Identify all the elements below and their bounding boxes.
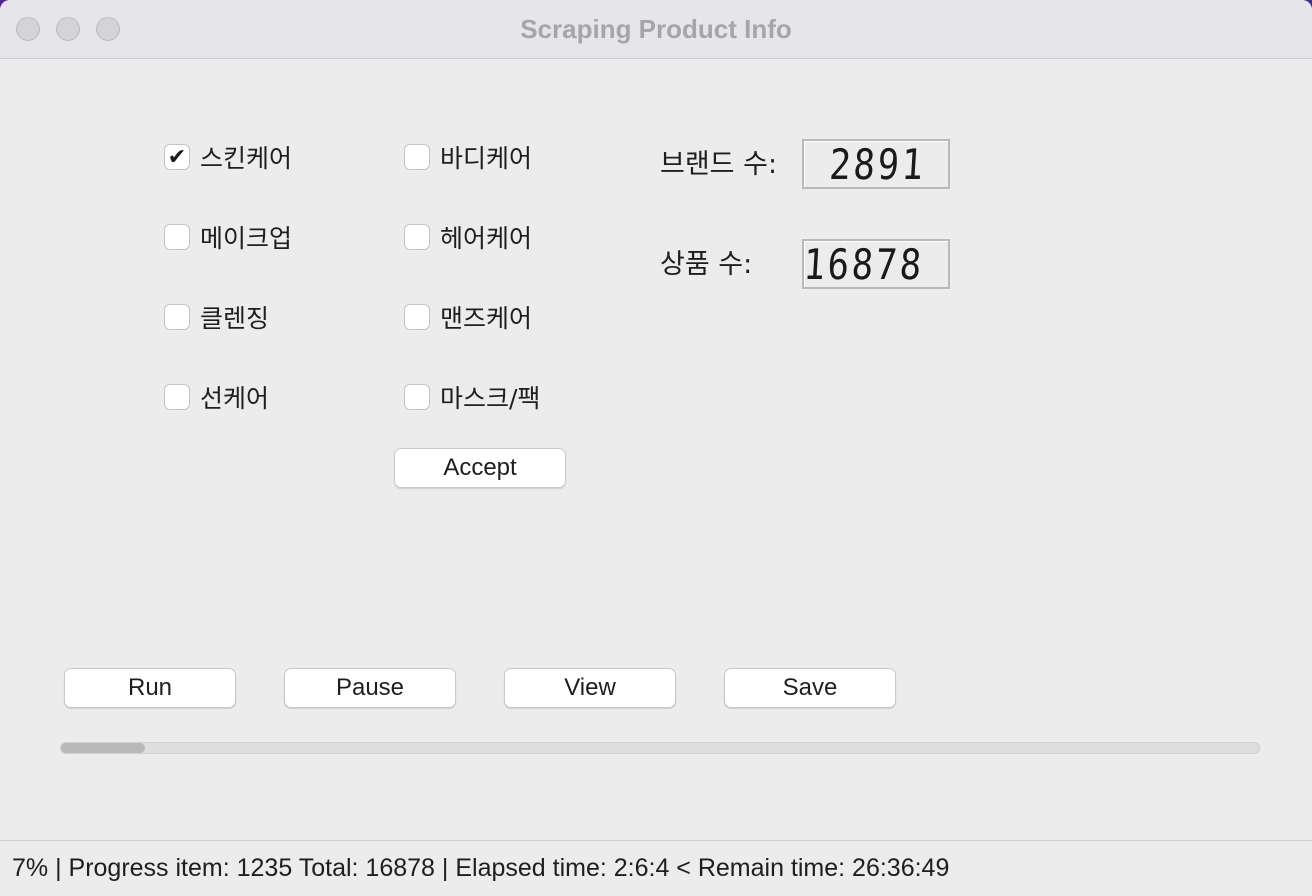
- save-button[interactable]: Save: [724, 668, 896, 708]
- app-window: Scraping Product Info ✔ 스킨케어 바디케어 메이크업 헤…: [0, 0, 1312, 896]
- checkbox-box: [164, 224, 190, 250]
- checkbox-skincare[interactable]: ✔ 스킨케어: [164, 141, 292, 173]
- checkmark-icon: ✔: [164, 144, 190, 170]
- status-bar: 7% | Progress item: 1235 Total: 16878 | …: [0, 840, 1312, 896]
- product-count-display: 16878: [802, 239, 950, 289]
- checkbox-label: 마스크/팩: [440, 384, 541, 413]
- status-text: 7% | Progress item: 1235 Total: 16878 | …: [12, 854, 950, 882]
- checkbox-mask-pack[interactable]: 마스크/팩: [404, 381, 540, 413]
- checkbox-bodycare[interactable]: 바디케어: [404, 141, 532, 173]
- checkbox-box: [164, 304, 190, 330]
- checkbox-box: [404, 384, 430, 410]
- checkbox-label: 선케어: [200, 384, 270, 413]
- run-button[interactable]: Run: [64, 668, 236, 708]
- checkbox-box: [404, 304, 430, 330]
- checkbox-cleansing[interactable]: 클렌징: [164, 301, 269, 333]
- checkbox-makeup[interactable]: 메이크업: [164, 221, 292, 253]
- product-count-label: 상품 수:: [660, 249, 753, 280]
- checkbox-label: 메이크업: [200, 224, 293, 253]
- checkbox-label: 스킨케어: [200, 144, 293, 173]
- checkbox-box: [404, 144, 430, 170]
- checkbox-menscare[interactable]: 맨즈케어: [404, 301, 532, 333]
- checkbox-suncare[interactable]: 선케어: [164, 381, 269, 413]
- checkbox-haircare[interactable]: 헤어케어: [404, 221, 532, 253]
- window-title: Scraping Product Info: [520, 14, 792, 44]
- checkbox-label: 바디케어: [440, 144, 533, 173]
- brand-count-display: 2891: [802, 139, 950, 189]
- checkbox-box: [404, 224, 430, 250]
- checkbox-label: 클렌징: [200, 304, 270, 333]
- checkbox-box: [164, 384, 190, 410]
- pause-button[interactable]: Pause: [284, 668, 456, 708]
- brand-count-label: 브랜드 수:: [660, 149, 778, 180]
- checkbox-label: 헤어케어: [440, 224, 533, 253]
- progress-bar: [60, 742, 1260, 754]
- title-bar: Scraping Product Info: [0, 0, 1312, 59]
- accept-button[interactable]: Accept: [394, 448, 566, 488]
- view-button[interactable]: View: [504, 668, 676, 708]
- main-panel: ✔ 스킨케어 바디케어 메이크업 헤어케어 클렌징 맨즈케어 선케어 마스크/팩…: [0, 59, 1312, 840]
- progress-bar-fill: [61, 743, 145, 753]
- checkbox-label: 맨즈케어: [440, 304, 533, 333]
